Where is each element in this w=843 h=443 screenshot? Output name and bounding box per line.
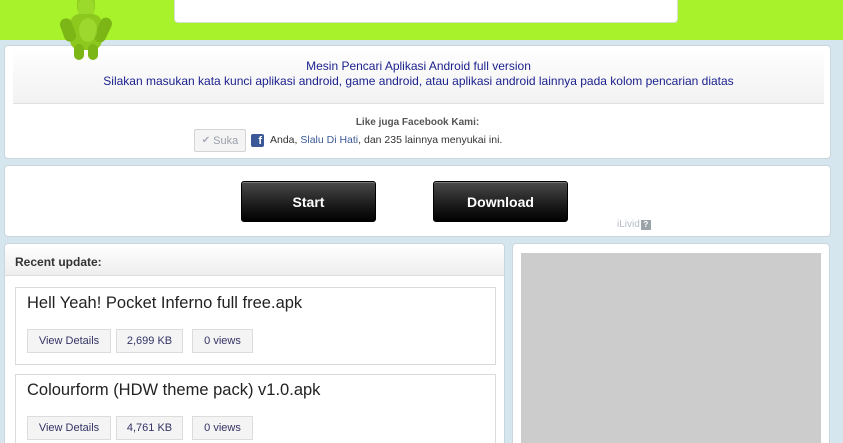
facebook-like-title: Like juga Facebook Kami: bbox=[355, 117, 480, 128]
facebook-icon: f bbox=[251, 134, 264, 147]
item-title[interactable]: Hell Yeah! Pocket Inferno full free.apk bbox=[27, 294, 302, 313]
action-panel: Start Download iLivid ? bbox=[4, 165, 831, 237]
item-title[interactable]: Colourform (HDW theme pack) v1.0.apk bbox=[27, 381, 320, 400]
views-badge: 0 views bbox=[192, 329, 253, 353]
facebook-like-button[interactable]: ✔ Suka bbox=[194, 129, 246, 152]
help-icon[interactable]: ? bbox=[640, 219, 651, 230]
like-button-label: Suka bbox=[213, 134, 239, 147]
download-button[interactable]: Download bbox=[433, 181, 568, 222]
file-size-badge: 2,699 KB bbox=[116, 329, 183, 353]
list-item: Colourform (HDW theme pack) v1.0.apk Vie… bbox=[15, 374, 496, 443]
ad-provider-name: iLivid bbox=[617, 219, 640, 230]
ad-panel bbox=[512, 243, 830, 443]
facebook-like-text: Anda, Slalu Di Hati, dan 235 lainnya men… bbox=[270, 134, 502, 146]
view-details-button[interactable]: View Details bbox=[27, 329, 111, 353]
page-instructions: Silakan masukan kata kunci aplikasi andr… bbox=[103, 74, 734, 88]
recent-updates-panel: Recent update: Hell Yeah! Pocket Inferno… bbox=[4, 243, 505, 443]
view-details-button[interactable]: View Details bbox=[27, 416, 111, 440]
page-title: Mesin Pencari Aplikasi Android full vers… bbox=[306, 59, 531, 73]
list-item: Hell Yeah! Pocket Inferno full free.apk … bbox=[15, 287, 496, 365]
search-input[interactable] bbox=[174, 0, 678, 23]
ad-provider-label[interactable]: iLivid ? bbox=[617, 219, 651, 230]
recent-header: Recent update: bbox=[5, 244, 504, 276]
views-badge: 0 views bbox=[192, 416, 253, 440]
ad-placeholder[interactable] bbox=[521, 253, 821, 443]
like-text-prefix: Anda, bbox=[270, 134, 301, 146]
top-header bbox=[0, 0, 843, 40]
info-header: Mesin Pencari Aplikasi Android full vers… bbox=[13, 46, 824, 104]
file-size-badge: 4,761 KB bbox=[116, 416, 183, 440]
like-text-suffix: , dan 235 lainnya menyukai ini. bbox=[358, 134, 503, 146]
recent-title: Recent update: bbox=[15, 255, 102, 269]
friend-link[interactable]: Slalu Di Hati bbox=[300, 134, 358, 146]
info-panel: Mesin Pencari Aplikasi Android full vers… bbox=[4, 45, 831, 159]
check-icon: ✔ bbox=[201, 135, 211, 146]
android-mascot-logo bbox=[59, 0, 112, 60]
start-button[interactable]: Start bbox=[241, 181, 376, 222]
